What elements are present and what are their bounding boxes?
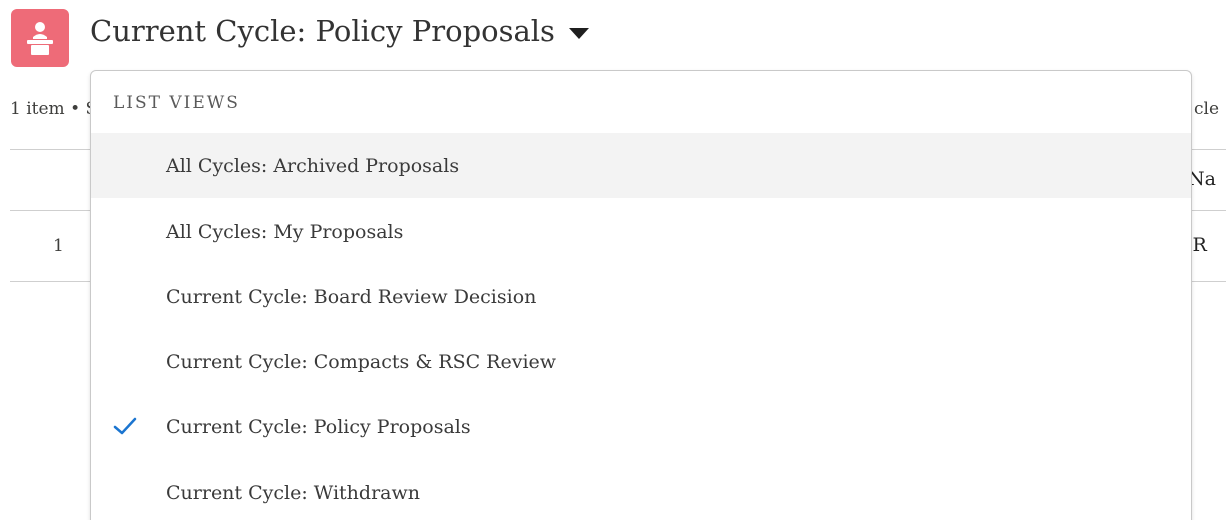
page-title: Current Cycle: Policy Proposals <box>90 14 555 48</box>
list-view-page: Current Cycle: Policy Proposals 1 item •… <box>0 0 1226 520</box>
list-views-dropdown: LIST VIEWS All Cycles: Archived Proposal… <box>90 70 1192 520</box>
menu-item-board-review-decision[interactable]: Current Cycle: Board Review Decision <box>91 264 1191 329</box>
menu-item-label: Current Cycle: Withdrawn <box>166 481 420 504</box>
check-icon <box>113 417 137 435</box>
item-count: 1 item • S <box>10 99 98 119</box>
menu-item-withdrawn[interactable]: Current Cycle: Withdrawn <box>91 460 1191 520</box>
menu-item-label: Current Cycle: Policy Proposals <box>166 415 471 438</box>
menu-item-label: All Cycles: My Proposals <box>166 220 404 243</box>
caret-down-icon[interactable] <box>568 27 589 39</box>
menu-item-label: Current Cycle: Board Review Decision <box>166 285 537 308</box>
menu-item-compacts-rsc-review[interactable]: Current Cycle: Compacts & RSC Review <box>91 329 1191 394</box>
section-label: LIST VIEWS <box>113 93 240 113</box>
menu-item-my-proposals[interactable]: All Cycles: My Proposals <box>91 199 1191 264</box>
row-number: 1 <box>53 236 64 256</box>
column-header-name[interactable]: Na <box>1188 168 1216 190</box>
menu-item-archived-proposals[interactable]: All Cycles: Archived Proposals <box>91 133 1191 198</box>
list-view-switcher[interactable]: Current Cycle: Policy Proposals <box>90 14 589 48</box>
menu-item-label: Current Cycle: Compacts & RSC Review <box>166 350 557 373</box>
podium-icon <box>11 9 69 67</box>
menu-item-policy-proposals[interactable]: Current Cycle: Policy Proposals <box>91 394 1191 459</box>
list-header-meta: cle <box>1194 99 1220 119</box>
menu-item-label: All Cycles: Archived Proposals <box>166 154 460 177</box>
